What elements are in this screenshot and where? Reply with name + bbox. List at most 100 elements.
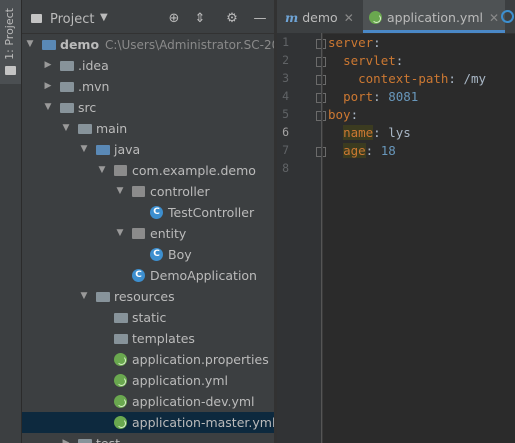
module-folder-icon xyxy=(42,40,56,50)
tree-item-label: main xyxy=(96,121,128,136)
tab-overflow[interactable] xyxy=(499,0,515,33)
tree-item-templates[interactable]: templates xyxy=(22,328,274,349)
tree-item-label: templates xyxy=(132,331,195,346)
code-line: servlet: xyxy=(328,53,403,68)
yaml-colon: : xyxy=(365,143,381,158)
chevron-down-icon[interactable]: ▼ xyxy=(79,286,89,307)
yaml-colon: : xyxy=(448,71,464,86)
source-folder-icon xyxy=(96,145,110,155)
chevron-right-icon[interactable]: ▶ xyxy=(43,76,53,97)
tree-item-application-properties[interactable]: application.properties xyxy=(22,349,274,370)
yaml-colon: : xyxy=(373,125,389,140)
tab-application-yml[interactable]: application.yml ✕ xyxy=(363,0,506,33)
class-icon: C xyxy=(150,206,163,219)
tree-item-label: application.properties xyxy=(132,352,269,367)
hide-panel-icon[interactable]: — xyxy=(251,10,269,28)
tree-item-application-yml[interactable]: application.yml xyxy=(22,370,274,391)
folder-icon xyxy=(78,439,92,443)
yaml-key: age xyxy=(343,143,366,158)
tree-item-demoapplication[interactable]: C DemoApplication xyxy=(22,265,274,286)
m-module-icon: m xyxy=(285,10,299,25)
tree-item-src[interactable]: ▼ src xyxy=(22,97,274,118)
tree-item-main[interactable]: ▼ main xyxy=(22,118,274,139)
package-icon xyxy=(132,186,145,197)
tree-item-package[interactable]: ▼ com.example.demo xyxy=(22,160,274,181)
tree-item-application-dev-yml[interactable]: application-dev.yml xyxy=(22,391,274,412)
yaml-key: port xyxy=(343,89,374,104)
yaml-colon: : xyxy=(395,53,404,68)
tree-item-label: TestController xyxy=(168,205,255,220)
tree-item-application-master-yml[interactable]: application-master.yml xyxy=(22,412,274,433)
tree-item-label: Boy xyxy=(168,247,192,262)
tree-item-static[interactable]: static xyxy=(22,307,274,328)
folder-icon xyxy=(60,82,74,92)
package-icon xyxy=(114,165,127,176)
tree-item-resources[interactable]: ▼ resources xyxy=(22,286,274,307)
tree-item-label: .idea xyxy=(78,58,109,73)
yaml-value: /my xyxy=(463,71,487,86)
project-tool-tab[interactable]: 1: Project xyxy=(0,0,21,84)
code-line-current: name: lys xyxy=(328,125,411,140)
editor-area: m demo ✕ application.yml ✕ 1 2 3 4 5 6 7 8 … xyxy=(277,0,515,443)
tree-item-label: test xyxy=(96,433,120,443)
chevron-down-icon[interactable]: ▼ xyxy=(115,181,125,202)
chevron-down-icon[interactable]: ▼ xyxy=(97,160,107,181)
folder-icon xyxy=(60,61,74,71)
tree-item-label: DemoApplication xyxy=(150,268,257,283)
tool-window-strip: 1: Project xyxy=(0,0,22,443)
spring-leaf-icon xyxy=(114,353,127,366)
yaml-key: servlet xyxy=(343,53,396,68)
tree-item-label: src xyxy=(78,100,97,115)
chevron-down-icon[interactable]: ▼ xyxy=(25,34,35,55)
tree-item-label: com.example.demo xyxy=(132,163,256,178)
yaml-value: lys xyxy=(388,125,411,140)
tree-item-demo[interactable]: ▼ demo C:\Users\Administrator.SC-20 xyxy=(22,34,274,55)
tree-item-label: demo xyxy=(60,37,100,52)
tree-item-entity[interactable]: ▼ entity xyxy=(22,223,274,244)
tree-item-controller[interactable]: ▼ controller xyxy=(22,181,274,202)
tab-label: application.yml xyxy=(387,10,483,25)
yaml-colon: : xyxy=(373,35,381,50)
tree-item-label: application-dev.yml xyxy=(132,394,255,409)
close-icon[interactable]: ✕ xyxy=(344,11,354,25)
chevron-down-icon[interactable]: ▼ xyxy=(61,118,71,139)
tree-item-label: .mvn xyxy=(78,79,110,94)
project-view-selector[interactable]: Project xyxy=(50,12,94,27)
chevron-right-icon[interactable]: ▶ xyxy=(61,433,71,443)
tree-item-java[interactable]: ▼ java xyxy=(22,139,274,160)
tree-item-label: entity xyxy=(150,226,187,241)
code-line: context-path: /my xyxy=(328,71,486,86)
chevron-down-icon[interactable]: ▼ xyxy=(79,139,89,160)
tree-item-label: java xyxy=(114,142,141,157)
folder-icon xyxy=(78,124,92,134)
yaml-colon: : xyxy=(373,89,389,104)
folder-icon xyxy=(114,313,128,323)
code-area[interactable]: server: servlet: context-path: /my port:… xyxy=(277,33,515,443)
chevron-down-icon[interactable]: ▼ xyxy=(100,12,108,23)
right-margin-guide xyxy=(322,33,323,443)
package-icon xyxy=(132,228,145,239)
folder-icon xyxy=(114,334,128,344)
folder-icon xyxy=(5,66,16,75)
chevron-down-icon[interactable]: ▼ xyxy=(115,223,125,244)
tree-item-test[interactable]: ▶ test xyxy=(22,433,274,443)
tree-item-label: application-master.yml xyxy=(132,415,274,430)
spring-boot-class-icon: C xyxy=(132,269,145,282)
chevron-down-icon[interactable]: ▼ xyxy=(43,97,53,118)
project-panel-header: Project ▼ ⊕ ⇕ ⚙ — xyxy=(22,0,274,34)
tree-item-idea[interactable]: ▶ .idea xyxy=(22,55,274,76)
close-icon[interactable]: ✕ xyxy=(489,11,499,25)
gear-icon[interactable]: ⚙ xyxy=(223,10,241,28)
tree-item-boy[interactable]: C Boy xyxy=(22,244,274,265)
chevron-right-icon[interactable]: ▶ xyxy=(43,55,53,76)
code-line: boy: xyxy=(328,107,358,122)
locate-target-icon[interactable]: ⊕ xyxy=(165,10,183,28)
class-icon: C xyxy=(150,248,163,261)
spring-leaf-icon xyxy=(114,416,127,429)
tree-item-testcontroller[interactable]: C TestController xyxy=(22,202,274,223)
tree-item-mvn[interactable]: ▶ .mvn xyxy=(22,76,274,97)
tab-demo[interactable]: m demo ✕ xyxy=(281,0,358,33)
collapse-all-icon[interactable]: ⇕ xyxy=(191,10,209,28)
tree-item-label: controller xyxy=(150,184,210,199)
class-icon xyxy=(501,10,514,23)
